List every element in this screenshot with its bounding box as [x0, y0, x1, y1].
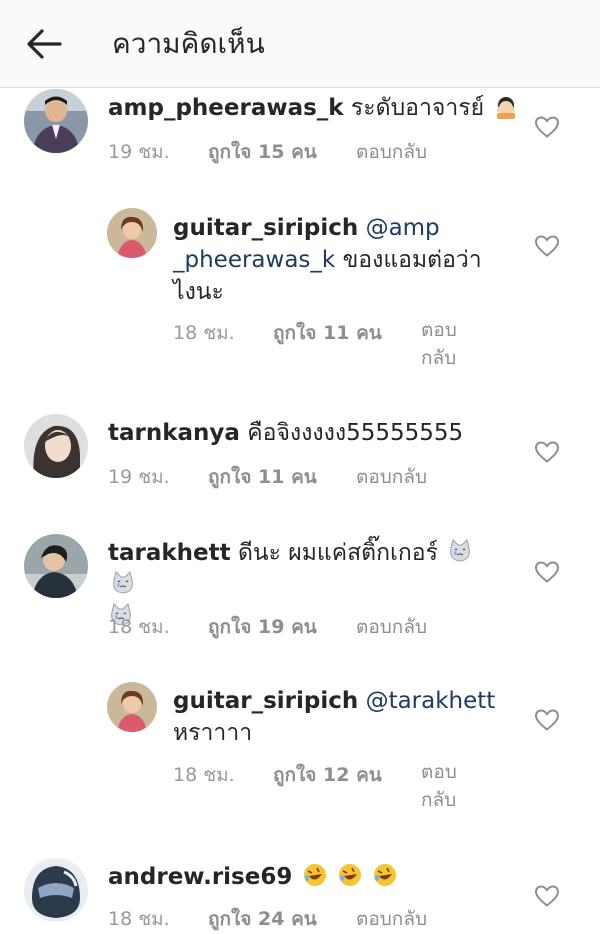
like-count[interactable]: ถูกใจ 19 คน	[208, 612, 317, 642]
username[interactable]: tarnkanya	[108, 420, 240, 446]
reply-label: ตอบ	[421, 319, 457, 341]
comment-body: คือจิงงงงง55555555	[247, 420, 464, 446]
reply-button[interactable]: ตอบกลับ	[356, 137, 427, 167]
comment-body: ของแอมต่อว่า	[342, 247, 482, 273]
timestamp: 18 ชม.	[108, 616, 170, 638]
crying-cat-emoji-icon	[450, 539, 471, 562]
mention-link[interactable]: _pheerawas_k	[173, 247, 335, 273]
rolling-laughing-emoji-icon	[303, 864, 326, 886]
comment-text: guitar_siripich @amp _pheerawas_k ของแอม…	[173, 212, 533, 308]
comment-text: guitar_siripich @tarakhett หราาาา	[173, 685, 533, 749]
comment-body: ระดับอาจารย์	[350, 95, 485, 121]
timestamp: 18 ชม.	[173, 322, 235, 344]
like-count[interactable]: ถูกใจ 15 คน	[208, 137, 317, 167]
rolling-laughing-emoji-icon	[338, 864, 361, 886]
comment-body: หราาาา	[173, 720, 253, 746]
avatar[interactable]	[24, 858, 88, 922]
page-title: ความคิดเห็น	[112, 27, 265, 60]
like-count[interactable]: ถูกใจ 12 คน	[273, 760, 382, 790]
rolling-laughing-emoji-icon	[374, 864, 397, 886]
avatar[interactable]	[107, 208, 157, 258]
username[interactable]: guitar_siripich	[173, 215, 358, 241]
heart-outline-icon[interactable]	[534, 560, 560, 584]
avatar[interactable]	[24, 414, 88, 478]
comment-item: andrew.rise69 18 ชม. ถูกใจ 24 คน ตอบกลับ	[0, 856, 600, 930]
comment-text: amp_pheerawas_k ระดับอาจารย์	[108, 92, 528, 124]
username[interactable]: amp_pheerawas_k	[108, 95, 344, 121]
reply-label: ตอบ	[421, 761, 457, 783]
reply-label: กลับ	[421, 347, 457, 369]
mention-link[interactable]: @tarakhett	[366, 688, 496, 714]
mention-link[interactable]: @amp	[366, 215, 440, 241]
heart-outline-icon[interactable]	[534, 115, 560, 139]
back-arrow-icon[interactable]	[24, 24, 64, 64]
avatar[interactable]	[24, 534, 88, 598]
reply-label: กลับ	[421, 789, 457, 811]
username[interactable]: andrew.rise69	[108, 864, 292, 890]
avatar[interactable]	[107, 682, 157, 732]
like-count[interactable]: ถูกใจ 24 คน	[208, 904, 317, 934]
hands-over-face-emoji-icon	[497, 97, 516, 119]
crying-cat-emoji-icon	[113, 571, 133, 594]
timestamp: 18 ชม.	[173, 764, 235, 786]
comment-item: tarnkanya คือจิงงงงง55555555 19 ชม. ถูกใ…	[0, 412, 600, 512]
username[interactable]: guitar_siripich	[173, 688, 358, 714]
comment-text: tarnkanya คือจิงงงงง55555555	[108, 417, 528, 449]
heart-outline-icon[interactable]	[534, 440, 560, 464]
heart-outline-icon[interactable]	[534, 884, 560, 908]
comment-body: ดีนะ ผมแค่สติ๊กเกอร์	[237, 540, 438, 566]
comment-body: ไงนะ	[173, 279, 224, 305]
like-count[interactable]: ถูกใจ 11 คน	[273, 318, 382, 348]
reply-button[interactable]: ตอบกลับ	[356, 612, 427, 642]
timestamp: 19 ชม.	[108, 466, 170, 488]
comment-item: amp_pheerawas_k ระดับอาจารย์ 19 ชม. ถูกใ…	[0, 88, 600, 198]
timestamp: 18 ชม.	[108, 908, 170, 930]
reply-button[interactable]: ตอบ กลับ	[421, 758, 457, 814]
reply-button[interactable]: ตอบ กลับ	[421, 316, 457, 372]
comment-text: andrew.rise69	[108, 861, 528, 893]
reply-comment-item: guitar_siripich @amp _pheerawas_k ของแอม…	[0, 198, 600, 388]
heart-outline-icon[interactable]	[534, 234, 560, 258]
reply-button[interactable]: ตอบกลับ	[356, 904, 427, 934]
like-count[interactable]: ถูกใจ 11 คน	[208, 462, 317, 492]
timestamp: 19 ชม.	[108, 141, 170, 163]
comment-item: tarakhett ดีนะ ผมแค่สติ๊กเกอร์ 18 ชม. ถู…	[0, 532, 600, 662]
reply-button[interactable]: ตอบกลับ	[356, 462, 427, 492]
top-bar: ความคิดเห็น	[0, 0, 600, 88]
username[interactable]: tarakhett	[108, 540, 231, 566]
avatar[interactable]	[24, 89, 88, 153]
heart-outline-icon[interactable]	[534, 708, 560, 732]
reply-comment-item: guitar_siripich @tarakhett หราาาา 18 ชม.…	[0, 672, 600, 832]
